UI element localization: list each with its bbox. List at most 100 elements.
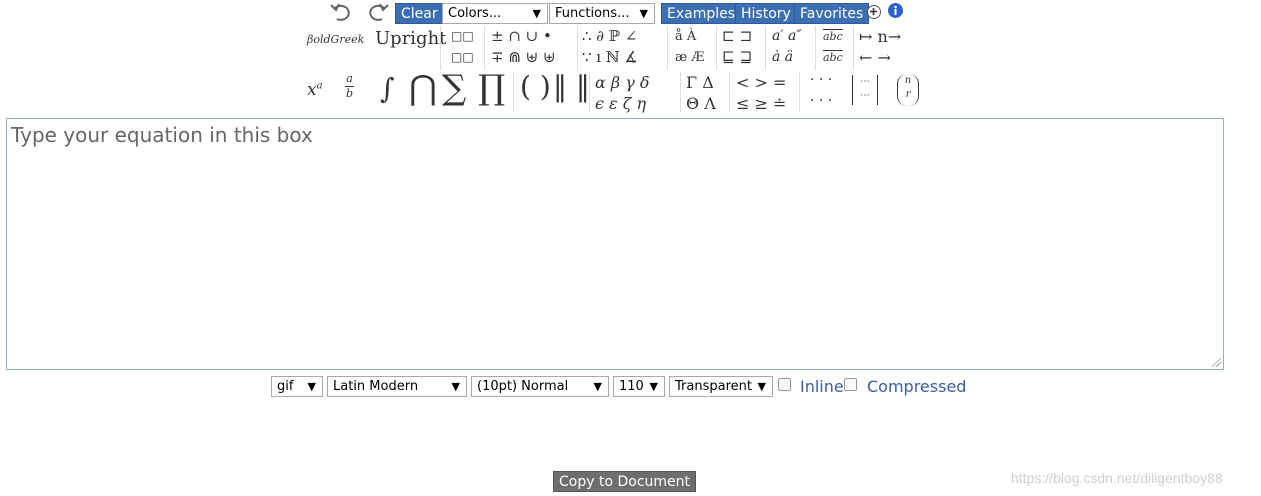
dropdown-arrow-icon: ▼ [593,380,602,393]
sum-button[interactable]: ∑ [442,68,466,108]
ellipsis-top: · · · [810,72,833,88]
matrix-row-top: ⋯ [860,76,870,87]
compressed-label[interactable]: Compressed [867,377,966,396]
compressed-checkbox[interactable] [844,378,857,391]
binomial-bottom: r [905,89,911,100]
box-template-bottom: □□ [451,50,474,64]
favorites-button[interactable]: Favorites [794,3,870,24]
arrows-button[interactable]: ↦ n→ ← → [859,26,901,68]
palette-divider [577,26,578,70]
functions-select-value: Functions... [555,6,630,21]
add-favorite-button[interactable] [867,5,881,19]
set-operators-top: ± ∩ ∪ • [491,27,552,45]
dropdown-arrow-icon: ▼ [451,380,460,393]
dropdown-arrow-icon: ▼ [639,7,648,20]
dpi-select[interactable]: 110 ▼ [613,376,665,397]
greek-uppercase-button[interactable]: Γ Δ Θ Λ [686,72,716,114]
dropdown-arrow-icon: ▼ [532,7,541,20]
functions-select[interactable]: Functions... ▼ [549,3,655,24]
palette-divider [667,26,668,70]
subset-symbols-bottom: ⊑ ⊒ [722,48,753,66]
info-button[interactable] [888,3,903,18]
background-select[interactable]: Transparent ▼ [669,376,773,397]
subset-symbols-button[interactable]: ⊏ ⊐ ⊑ ⊒ [722,26,752,68]
accented-letters-bottom: æ Æ [675,50,705,65]
colors-select-value: Colors... [448,6,502,21]
equation-placeholder: Type your equation in this box [11,123,313,147]
size-select-value: (10pt) Normal [477,379,569,394]
examples-button[interactable]: Examples [661,3,742,24]
format-select[interactable]: gif ▼ [271,376,323,397]
logic-symbols-bottom: ∵ ı ℕ ∡ [582,48,638,66]
clear-button[interactable]: Clear [395,3,444,24]
greek-lowercase-top: α β γ δ [595,73,650,92]
greek-uppercase-top: Γ Δ [686,73,714,92]
bigcap-button[interactable]: ⋂ [409,68,437,108]
bold-greek-style-button[interactable]: βoldGreek [307,33,364,46]
greek-uppercase-bottom: Θ Λ [686,94,716,113]
parentheses-button[interactable]: ( ) [520,70,551,103]
watermark: https://blog.csdn.net/diligentboy88 [1011,470,1223,486]
palette-divider [484,26,485,70]
colors-select[interactable]: Colors... ▼ [442,3,548,24]
palette-divider [799,72,800,112]
box-template-top: □□ [451,29,474,43]
accented-letters-top: å À [675,29,697,44]
copy-to-document-button[interactable]: Copy to Document [553,471,696,492]
relations-bottom: ≤ ≥ ≐ [736,94,787,113]
palette-divider [815,26,816,70]
relations-top: < > = [736,73,787,92]
inline-checkbox[interactable] [778,378,791,391]
palette-divider [589,72,590,112]
hat-accents-button[interactable]: abc abc [823,26,843,68]
matrix-row-bottom: ⋯ [860,90,870,101]
palette-divider [853,26,854,70]
norm-button[interactable]: ‖ ‖ [553,70,590,103]
relations-button[interactable]: < > = ≤ ≥ ≐ [736,72,786,114]
dots-accents-bottom: ȧ ä [772,49,794,65]
palette-divider [513,72,514,112]
greek-lowercase-button[interactable]: α β γ δ ϵ ε ζ η [595,72,650,114]
history-button[interactable]: History [735,3,797,24]
primes-dots-button[interactable]: a′ a″ ȧ ä [772,26,802,68]
superscript-button[interactable]: xa [307,80,323,100]
dropdown-arrow-icon: ▼ [649,380,658,393]
palette-divider [680,72,681,112]
undo-button[interactable] [329,2,355,22]
dropdown-arrow-icon: ▼ [307,380,316,393]
subset-symbols-top: ⊏ ⊐ [722,27,753,45]
font-select[interactable]: Latin Modern ▼ [327,376,467,397]
arrows-top: ↦ n→ [859,27,902,46]
box-templates-button[interactable]: □□ □□ [451,26,474,68]
fraction-button[interactable]: a b [345,72,355,101]
redo-button[interactable] [364,2,390,22]
upright-style-button[interactable]: Upright [375,28,446,49]
binomial-top: n [904,75,912,86]
primes-top: a′ a″ [772,28,802,44]
logic-symbols-button[interactable]: ∴ ∂ ℙ ∠ ∵ ı ℕ ∡ [582,26,638,68]
redo-icon [369,3,389,21]
ellipsis-bottom: · · · [810,93,833,109]
dropdown-arrow-icon: ▼ [757,380,766,393]
product-button[interactable]: ∏ [478,68,505,108]
fraction-denominator: b [345,86,355,100]
integral-button[interactable]: ∫ [380,72,395,105]
hat-accent-bottom: abc [823,51,843,64]
resize-grip-icon[interactable] [1212,358,1221,367]
set-operators-bottom: ∓ ⋒ ⊎ ⊎ [491,48,556,66]
plus-icon [870,8,877,15]
set-operators-button[interactable]: ± ∩ ∪ • ∓ ⋒ ⊎ ⊎ [491,26,556,68]
inline-label[interactable]: Inline [800,377,844,396]
ellipsis-button[interactable]: · · · · · · [810,70,832,112]
format-select-value: gif [277,379,294,394]
equation-input[interactable]: Type your equation in this box [6,118,1224,370]
logic-symbols-top: ∴ ∂ ℙ ∠ [582,27,638,45]
dpi-select-value: 110 [619,379,644,394]
matrix-button[interactable]: ⋯ ⋯ [852,75,878,105]
font-select-value: Latin Modern [333,379,419,394]
size-select[interactable]: (10pt) Normal ▼ [471,376,609,397]
accented-letters-button[interactable]: å À æ Æ [675,26,704,68]
palette-divider [765,26,766,70]
binomial-button[interactable]: n r [897,74,919,106]
hat-accent-top: abc [823,30,843,43]
